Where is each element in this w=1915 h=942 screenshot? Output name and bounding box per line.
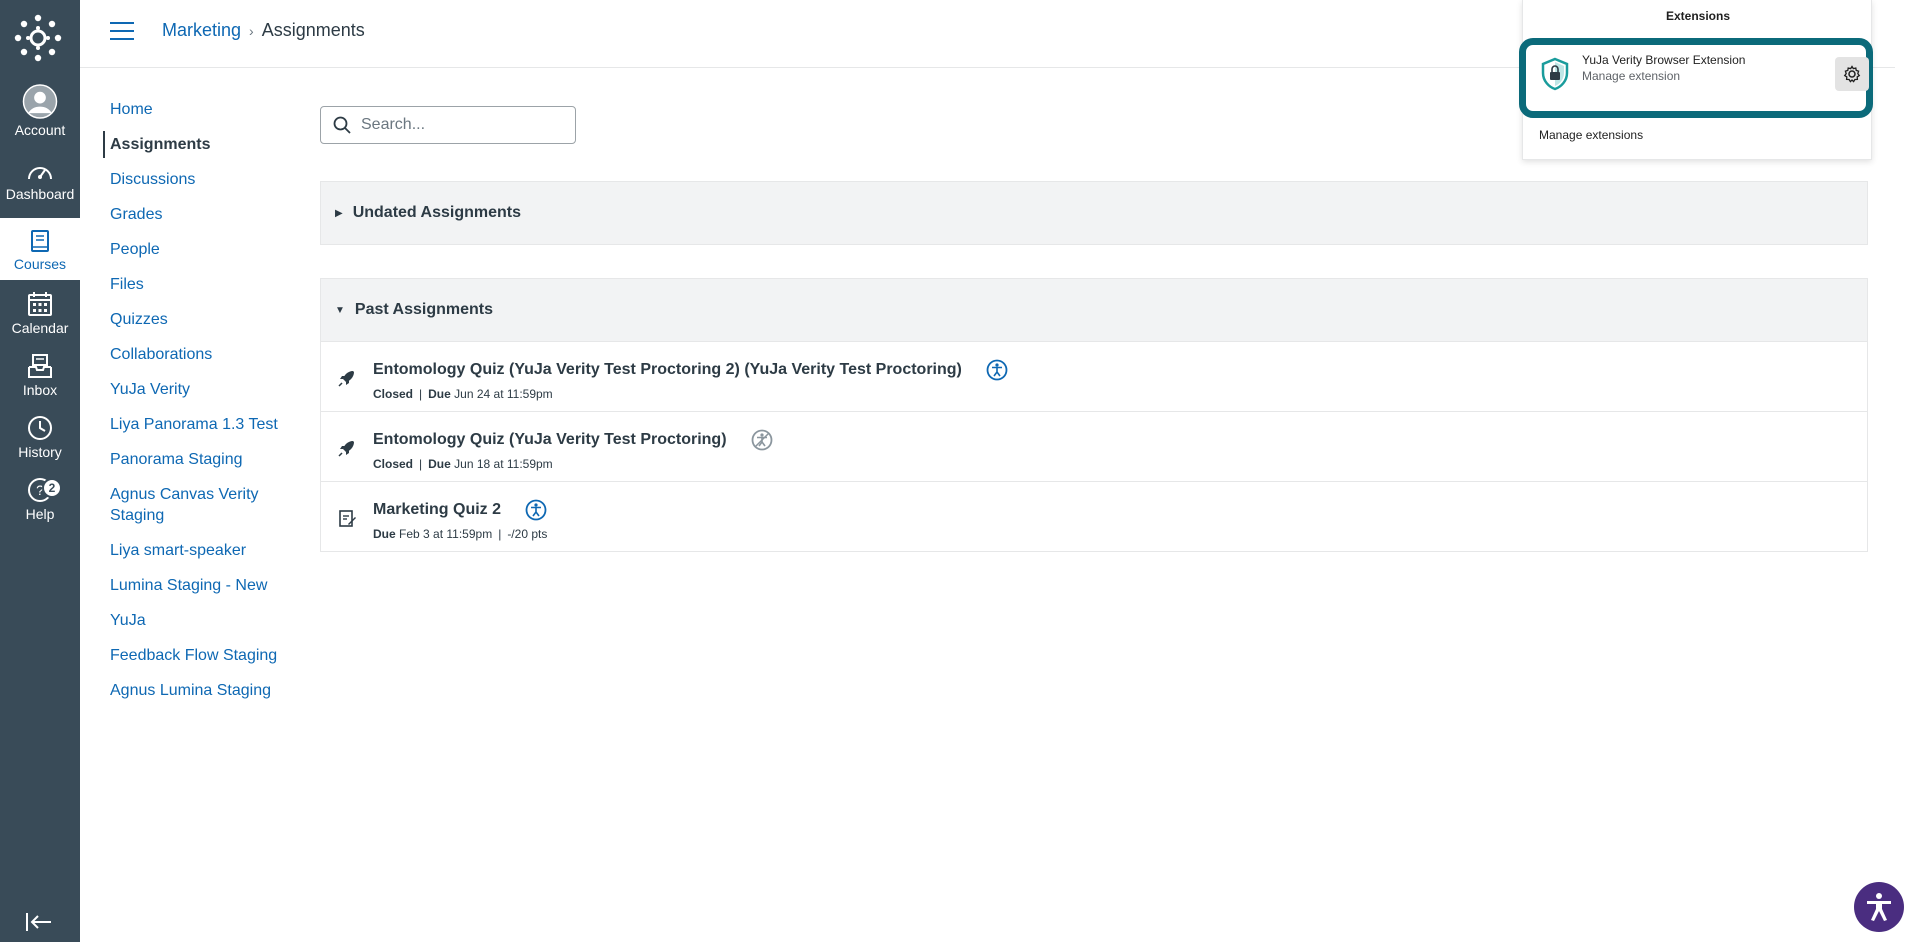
extensions-popup-title: Extensions [1665, 9, 1731, 23]
global-nav-label: Calendar [11, 320, 69, 336]
course-nav-lumina-staging-new[interactable]: Lumina Staging - New [104, 572, 284, 599]
inbox-icon [28, 354, 52, 378]
accessibility-disabled-icon[interactable] [751, 429, 773, 451]
group-title: Undated Assignments [352, 204, 522, 221]
global-nav-label: Courses [13, 256, 67, 272]
accessibility-icon[interactable] [986, 359, 1008, 381]
assignment-status: Closed [373, 387, 414, 401]
dashboard-icon [28, 167, 52, 180]
due-label: Due [428, 387, 451, 401]
extension-subtitle: Manage extension [1582, 69, 1681, 83]
global-nav-label: Inbox [22, 382, 58, 398]
assignment-row[interactable]: Marketing Quiz 2 Due Feb 3 at 11:59pm | -/… [321, 481, 1867, 551]
quiz-rocket-icon [338, 371, 354, 387]
caret-down-icon: ▼ [335, 304, 345, 316]
assignment-row[interactable]: Entomology Quiz (YuJa Verity Test Procto… [321, 411, 1867, 481]
assignment-status: Closed [373, 457, 414, 471]
course-nav-files[interactable]: Files [104, 271, 284, 298]
assignment-search [320, 106, 576, 144]
caret-right-icon: ▶ [335, 207, 343, 219]
global-nav-label: Help [25, 506, 55, 522]
global-nav-label: Dashboard [5, 186, 75, 202]
accessibility-person-icon [1867, 893, 1891, 921]
undated-assignments-toggle[interactable]: ▶ Undated Assignments [321, 182, 1867, 244]
due-label: Due [428, 457, 451, 471]
course-nav-grades[interactable]: Grades [104, 201, 284, 228]
course-nav-feedback-flow[interactable]: Feedback Flow Staging [104, 642, 284, 669]
breadcrumb-course-link[interactable]: Marketing [162, 20, 241, 41]
search-input[interactable] [361, 116, 561, 134]
accessibility-widget-button[interactable] [1854, 882, 1904, 932]
collapse-nav-icon[interactable] [24, 910, 54, 934]
course-nav-people[interactable]: People [104, 236, 284, 263]
points: -/20 pts [507, 527, 548, 541]
assignment-row[interactable]: Entomology Quiz (YuJa Verity Test Procto… [321, 341, 1867, 411]
search-icon [333, 116, 351, 134]
global-nav: Account Dashboard Courses Calendar Inbox… [0, 0, 80, 942]
course-menu-toggle-icon[interactable] [110, 22, 134, 42]
calendar-icon [28, 292, 52, 316]
global-nav-label: History [18, 444, 62, 460]
history-icon [28, 416, 52, 440]
course-nav-yuja-verity[interactable]: YuJa Verity [104, 376, 284, 403]
breadcrumb-current: Assignments [261, 20, 365, 40]
global-nav-history[interactable]: History [0, 406, 80, 468]
extensions-popup: Extensions YuJa Verity Browser Extension… [1519, 0, 1873, 160]
course-nav-liya-panorama[interactable]: Liya Panorama 1.3 Test [104, 411, 284, 438]
courses-icon [31, 230, 49, 252]
shield-lock-icon [1541, 57, 1569, 91]
extension-name: YuJa Verity Browser Extension [1582, 53, 1746, 67]
manage-extensions-link[interactable]: Manage extensions [1539, 128, 1643, 142]
course-nav-home[interactable]: Home [104, 96, 284, 123]
accessibility-icon[interactable] [525, 499, 547, 521]
course-nav-agnus-lumina[interactable]: Agnus Lumina Staging [104, 677, 284, 704]
course-nav-liya-smart-speaker[interactable]: Liya smart-speaker [104, 537, 284, 564]
global-nav-inbox[interactable]: Inbox [0, 344, 80, 406]
global-nav-courses[interactable]: Courses [0, 218, 80, 280]
canvas-logo-icon[interactable] [14, 14, 62, 62]
breadcrumb: Marketing › Assignments [162, 20, 365, 41]
course-nav-quizzes[interactable]: Quizzes [104, 306, 284, 333]
group-title: Past Assignments [354, 301, 494, 318]
breadcrumb-separator-icon: › [249, 22, 254, 39]
course-nav-panorama-staging[interactable]: Panorama Staging [104, 446, 284, 473]
due-date: Jun 18 at 11:59pm [454, 457, 553, 471]
course-nav-agnus-canvas-verity[interactable]: Agnus Canvas Verity Staging [104, 481, 284, 529]
extension-card[interactable]: YuJa Verity Browser Extension Manage ext… [1519, 38, 1873, 118]
due-label: Due [373, 527, 396, 541]
gear-icon [1843, 65, 1861, 83]
course-nav: Home Assignments Discussions Grades Peop… [103, 96, 284, 712]
quiz-rocket-icon [338, 441, 354, 457]
assignment-meta: Closed | Due Jun 18 at 11:59pm [373, 457, 553, 471]
past-assignments-group: ▼ Past Assignments Entomology Quiz (YuJa… [320, 278, 1868, 552]
global-nav-help[interactable]: ? Help 2 [0, 468, 80, 530]
undated-assignments-group: ▶ Undated Assignments [320, 181, 1868, 245]
help-badge: 2 [42, 478, 62, 498]
assignment-title-link[interactable]: Entomology Quiz (YuJa Verity Test Procto… [373, 431, 727, 448]
course-nav-assignments[interactable]: Assignments [103, 131, 284, 158]
assignment-title-link[interactable]: Entomology Quiz (YuJa Verity Test Procto… [373, 361, 962, 378]
due-date: Jun 24 at 11:59pm [454, 387, 553, 401]
account-icon [22, 84, 58, 119]
assignment-title-link[interactable]: Marketing Quiz 2 [373, 501, 501, 518]
global-nav-dashboard[interactable]: Dashboard [0, 148, 80, 210]
due-date: Feb 3 at 11:59pm [399, 527, 493, 541]
past-assignments-toggle[interactable]: ▼ Past Assignments [321, 279, 1867, 341]
global-nav-calendar[interactable]: Calendar [0, 282, 80, 344]
assignment-meta: Due Feb 3 at 11:59pm | -/20 pts [373, 527, 548, 541]
assignment-meta: Closed | Due Jun 24 at 11:59pm [373, 387, 553, 401]
course-nav-yuja[interactable]: YuJa [104, 607, 284, 634]
course-nav-collaborations[interactable]: Collaborations [104, 341, 284, 368]
extension-settings-button[interactable] [1835, 57, 1869, 91]
assignment-icon [339, 510, 356, 527]
global-nav-account[interactable]: Account [0, 84, 80, 146]
global-nav-label: Account [14, 122, 66, 138]
course-nav-discussions[interactable]: Discussions [104, 166, 284, 193]
